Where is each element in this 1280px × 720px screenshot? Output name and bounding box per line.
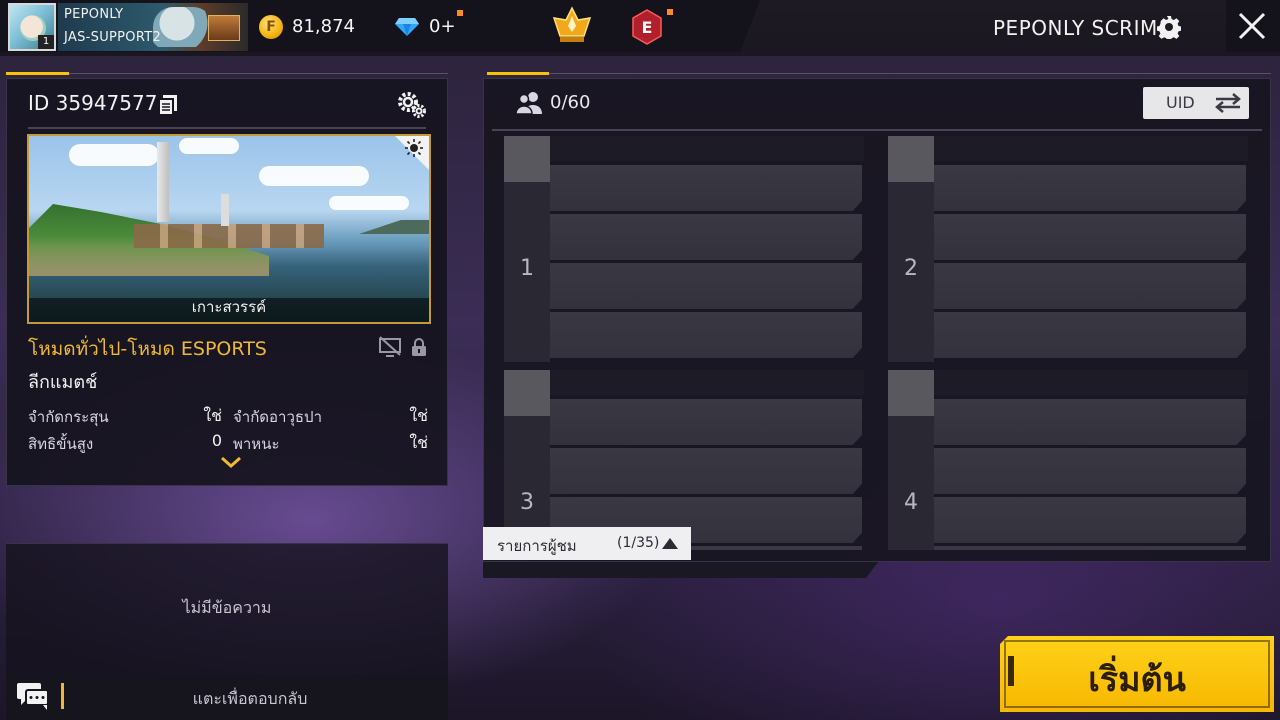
mode-name: โหมดทั่วไป-โหมด ESPORTS xyxy=(28,338,267,360)
map-name: เกาะสวรรค์ xyxy=(191,298,267,316)
rule-label: พาหนะ xyxy=(233,435,280,453)
rule-label: จำกัดกระสุน xyxy=(28,408,109,426)
team-header xyxy=(550,370,864,395)
team-number-box xyxy=(504,370,550,416)
rule-value: ใช่ xyxy=(203,406,222,425)
player-slot[interactable] xyxy=(934,214,1246,260)
coin-balance[interactable]: 81,874 xyxy=(292,16,355,37)
rule-label: จำกัดอาวุธปา xyxy=(233,408,322,426)
uid-label: UID xyxy=(1166,93,1195,112)
caret-up-icon xyxy=(662,538,678,549)
panel-top-line xyxy=(549,73,1271,74)
map-lighthouse xyxy=(157,142,169,222)
map-cloud xyxy=(329,196,409,210)
diamond-notification-dot xyxy=(457,10,463,16)
team-block-4[interactable]: 4 xyxy=(888,370,1248,550)
esports-e-glyph: E xyxy=(642,18,653,37)
lock-icon xyxy=(412,338,426,356)
team-grid-footer xyxy=(483,562,878,578)
map-cloud xyxy=(69,144,159,166)
panel-top-line xyxy=(69,73,448,74)
player-slot[interactable] xyxy=(934,399,1246,445)
player-slot[interactable] xyxy=(550,263,862,309)
rule-value: ใช่ xyxy=(409,433,428,452)
room-id: ID 35947577 xyxy=(28,91,158,115)
divider xyxy=(492,129,1262,131)
rule-value: ใช่ xyxy=(409,406,428,425)
player-slot[interactable] xyxy=(934,165,1246,211)
chevron-down-icon[interactable] xyxy=(220,456,242,468)
player-slot[interactable] xyxy=(934,263,1246,309)
player-name: PEPONLY xyxy=(64,7,124,22)
diamond-icon xyxy=(395,18,419,36)
map-preview[interactable]: เกาะสวรรค์ xyxy=(27,134,431,324)
divider xyxy=(28,127,426,129)
team-header xyxy=(550,136,864,161)
team-number-box xyxy=(504,136,550,182)
player-slot[interactable] xyxy=(934,546,1246,550)
team-number: 2 xyxy=(904,256,918,281)
spectators-count: (1/35) xyxy=(617,535,660,551)
map-cloud xyxy=(259,166,369,186)
panel-accent xyxy=(487,72,549,75)
players-count: 0/60 xyxy=(550,92,591,113)
chat-icon[interactable] xyxy=(16,681,50,711)
esports-e-icon[interactable]: E xyxy=(631,9,663,45)
chat-reply-placeholder[interactable]: แตะเพื่อตอบกลับ xyxy=(70,687,430,712)
player-slot[interactable] xyxy=(550,312,862,358)
diamond-balance[interactable]: 0+ xyxy=(429,16,456,37)
team-header xyxy=(934,370,1248,395)
player-slot[interactable] xyxy=(550,165,862,211)
spectators-label: รายการผู้ชม xyxy=(497,537,577,555)
chat-separator xyxy=(61,683,64,709)
map-tower xyxy=(221,194,229,226)
players-icon xyxy=(515,92,542,115)
close-icon[interactable] xyxy=(1236,10,1268,42)
swap-icon xyxy=(1215,93,1241,113)
team-number: 3 xyxy=(520,490,534,515)
team-number-box xyxy=(888,136,934,182)
player-slot[interactable] xyxy=(550,214,862,260)
sun-icon xyxy=(405,139,423,157)
map-cloud xyxy=(179,138,239,154)
team-number-box xyxy=(888,370,934,416)
panel-accent xyxy=(6,72,69,75)
gear-icon[interactable] xyxy=(1157,15,1181,39)
player-slot[interactable] xyxy=(550,399,862,445)
esports-notification-dot xyxy=(667,9,673,15)
player-guild: JAS-SUPPORT2 xyxy=(64,30,162,45)
copy-icon[interactable] xyxy=(157,94,179,116)
room-settings-icon[interactable] xyxy=(397,91,427,119)
team-header xyxy=(934,136,1248,161)
no-spectate-screen-icon xyxy=(379,336,401,357)
room-title: PEPONLY SCRIM xyxy=(993,16,1158,40)
avatar[interactable]: 1 xyxy=(8,3,56,51)
player-slot[interactable] xyxy=(934,448,1246,494)
rule-value: 0 xyxy=(211,431,222,450)
team-block-3[interactable]: 3 xyxy=(504,370,864,550)
team-number: 1 xyxy=(520,256,534,281)
rank-crown-icon[interactable] xyxy=(552,6,592,46)
team-block-1[interactable]: 1 xyxy=(504,136,864,362)
avatar-level: 1 xyxy=(38,35,54,49)
banner-chest-art xyxy=(208,15,240,41)
coin-icon: F xyxy=(259,15,283,39)
chat-empty-message: ไม่มีข้อความ xyxy=(182,598,272,617)
player-slot[interactable] xyxy=(934,497,1246,543)
start-button-label: เริ่มต้น xyxy=(1088,660,1186,700)
team-block-2[interactable]: 2 xyxy=(888,136,1248,362)
banner-character-art xyxy=(153,7,213,47)
team-number: 4 xyxy=(904,490,918,515)
match-type: ลีกแมตช์ xyxy=(28,372,98,393)
player-slot[interactable] xyxy=(550,448,862,494)
map-far-hill xyxy=(359,220,429,234)
player-slot[interactable] xyxy=(934,312,1246,358)
rule-label: สิทธิขั้นสูง xyxy=(28,435,94,453)
